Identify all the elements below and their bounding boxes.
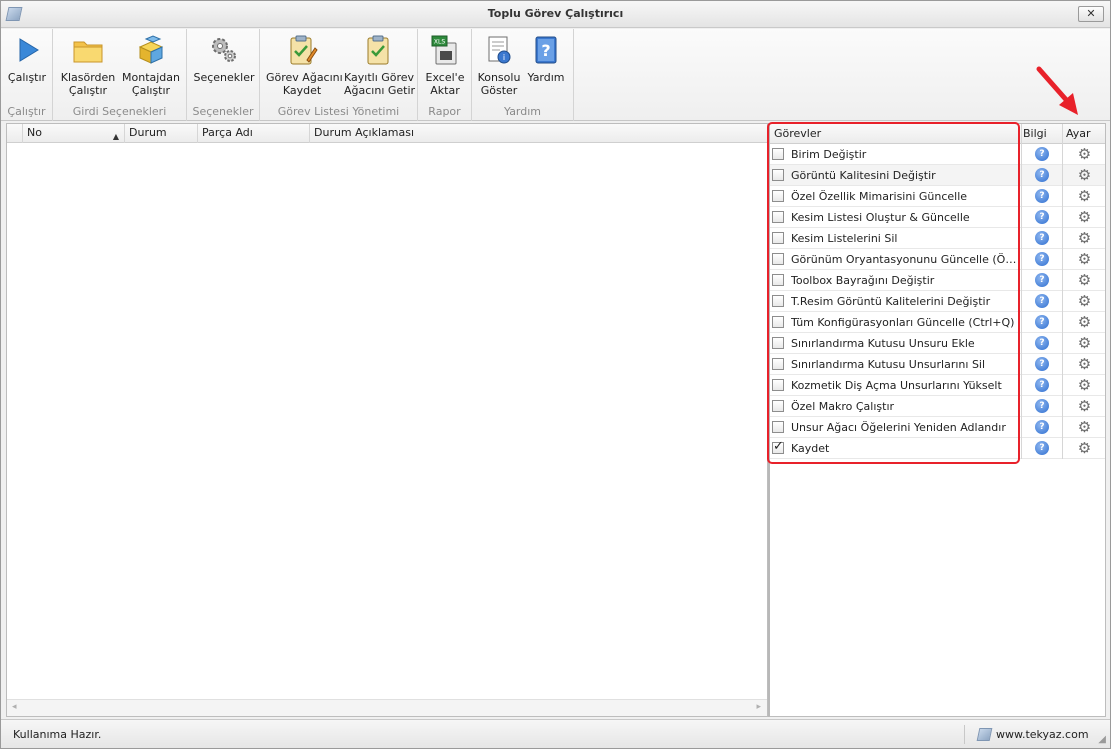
run-from-folder-button[interactable]: Klasörden Çalıştır	[59, 33, 117, 97]
column-header-ayar: Ayar	[1066, 127, 1091, 140]
info-icon[interactable]: ?	[1035, 147, 1049, 161]
red-arrow-annotation	[1036, 66, 1078, 115]
horizontal-scrollbar[interactable]: ◂ ▸	[7, 699, 767, 716]
ribbon-group-label: Rapor	[428, 105, 461, 118]
info-icon[interactable]: ?	[1035, 336, 1049, 350]
info-icon[interactable]: ?	[1035, 357, 1049, 371]
svg-text:XLS: XLS	[434, 39, 445, 46]
help-book-icon: ?	[535, 36, 557, 64]
main-window: Toplu Görev Çalıştırıcı ✕ Çalıştır Çalış…	[0, 0, 1111, 749]
ribbon-group-calistir: Çalıştır Çalıştır	[1, 29, 53, 121]
run-from-assembly-button[interactable]: Montajdan Çalıştır	[121, 33, 181, 97]
gear-icon[interactable]: ⚙	[1076, 419, 1093, 436]
run-button[interactable]: Çalıştır	[7, 33, 47, 84]
status-bar: Kullanıma Hazır. www.tekyaz.com ◢	[1, 719, 1110, 748]
close-button[interactable]: ✕	[1078, 6, 1104, 22]
ribbon-toolbar: Çalıştır Çalıştır Klasörden Çalıştır Mon…	[1, 29, 1110, 121]
ribbon-group-label: Seçenekler	[192, 105, 254, 118]
gears-icon	[212, 38, 236, 62]
clipboard-check-icon	[367, 35, 389, 65]
info-icon[interactable]: ?	[1035, 315, 1049, 329]
show-console-button[interactable]: i Konsolu Göster	[476, 33, 522, 97]
gear-icon[interactable]: ⚙	[1076, 146, 1093, 163]
info-icon[interactable]: ?	[1035, 420, 1049, 434]
gear-icon[interactable]: ⚙	[1076, 356, 1093, 373]
resize-grip-icon[interactable]: ◢	[1098, 734, 1106, 745]
ribbon-group-yardim: i Konsolu Göster ? Yardım Yardım	[472, 29, 574, 121]
gear-icon[interactable]: ⚙	[1076, 293, 1093, 310]
play-icon	[19, 38, 39, 62]
ribbon-group-secenekler: Seçenekler Seçenekler	[187, 29, 260, 121]
tekyaz-logo-icon	[976, 728, 993, 741]
info-icon[interactable]: ?	[1035, 441, 1049, 455]
info-icon[interactable]: ?	[1035, 189, 1049, 203]
scroll-right-icon[interactable]: ▸	[756, 702, 761, 712]
row-indicator-column	[7, 124, 23, 143]
ribbon-group-rapor: XLS Excel'e Aktar Rapor	[418, 29, 472, 121]
info-icon[interactable]: ?	[1035, 378, 1049, 392]
gear-icon[interactable]: ⚙	[1076, 377, 1093, 394]
info-icon[interactable]: ?	[1035, 252, 1049, 266]
ribbon-group-gorev-listesi: Görev Ağacını Kaydet Kayıtlı Görev Ağacı…	[260, 29, 418, 121]
status-message: Kullanıma Hazır.	[13, 728, 102, 741]
gear-icon[interactable]: ⚙	[1076, 167, 1093, 184]
gear-icon[interactable]: ⚙	[1076, 398, 1093, 415]
ribbon-group-label: Görev Listesi Yönetimi	[277, 105, 400, 118]
info-icon[interactable]: ?	[1035, 294, 1049, 308]
options-button[interactable]: Seçenekler	[193, 33, 255, 84]
load-saved-task-tree-button[interactable]: Kayıtlı Görev Ağacını Getir	[344, 33, 415, 97]
gear-icon[interactable]: ⚙	[1076, 314, 1093, 331]
column-header-no[interactable]: No ▲	[23, 124, 125, 143]
info-icon[interactable]: ?	[1035, 231, 1049, 245]
column-header-bilgi: Bilgi	[1023, 127, 1047, 140]
tasks-highlight-box	[767, 122, 1020, 464]
website-link[interactable]: www.tekyaz.com	[996, 728, 1089, 741]
title-bar: Toplu Görev Çalıştırıcı ✕	[1, 1, 1110, 28]
save-task-tree-button[interactable]: Görev Ağacını Kaydet	[266, 33, 343, 97]
results-grid[interactable]: No ▲ Durum Parça Adı Durum Açıklaması ◂ …	[6, 123, 768, 717]
gear-icon[interactable]: ⚙	[1076, 272, 1093, 289]
info-icon[interactable]: ?	[1035, 210, 1049, 224]
info-icon[interactable]: ?	[1035, 399, 1049, 413]
svg-text:i: i	[503, 53, 505, 62]
svg-text:?: ?	[541, 41, 550, 60]
ribbon-group-girdi: Klasörden Çalıştır Montajdan Çalıştır Gi…	[53, 29, 187, 121]
gear-icon[interactable]: ⚙	[1076, 230, 1093, 247]
folder-icon	[73, 41, 103, 63]
ribbon-group-label: Çalıştır	[7, 105, 46, 118]
assembly-cubes-icon	[138, 35, 164, 64]
console-info-icon: i	[488, 36, 511, 64]
help-button[interactable]: ? Yardım	[526, 33, 566, 84]
gear-icon[interactable]: ⚙	[1076, 440, 1093, 457]
gear-icon[interactable]: ⚙	[1076, 188, 1093, 205]
ribbon-group-label: Girdi Seçenekleri	[72, 105, 167, 118]
export-excel-button[interactable]: XLS Excel'e Aktar	[423, 33, 467, 97]
column-header-parca-adi[interactable]: Parça Adı	[198, 124, 310, 143]
clipboard-edit-icon	[290, 35, 318, 65]
excel-export-icon: XLS	[431, 35, 457, 65]
ribbon-group-label: Yardım	[503, 105, 542, 118]
info-icon[interactable]: ?	[1035, 168, 1049, 182]
info-icon[interactable]: ?	[1035, 273, 1049, 287]
column-header-durum[interactable]: Durum	[125, 124, 198, 143]
gear-icon[interactable]: ⚙	[1076, 335, 1093, 352]
results-grid-header: No ▲ Durum Parça Adı Durum Açıklaması	[7, 124, 767, 143]
window-title: Toplu Görev Çalıştırıcı	[487, 7, 624, 20]
gear-icon[interactable]: ⚙	[1076, 209, 1093, 226]
scroll-left-icon[interactable]: ◂	[12, 702, 17, 712]
sort-ascending-icon: ▲	[112, 132, 119, 141]
column-header-durum-aciklamasi[interactable]: Durum Açıklaması	[310, 124, 767, 143]
gear-icon[interactable]: ⚙	[1076, 251, 1093, 268]
